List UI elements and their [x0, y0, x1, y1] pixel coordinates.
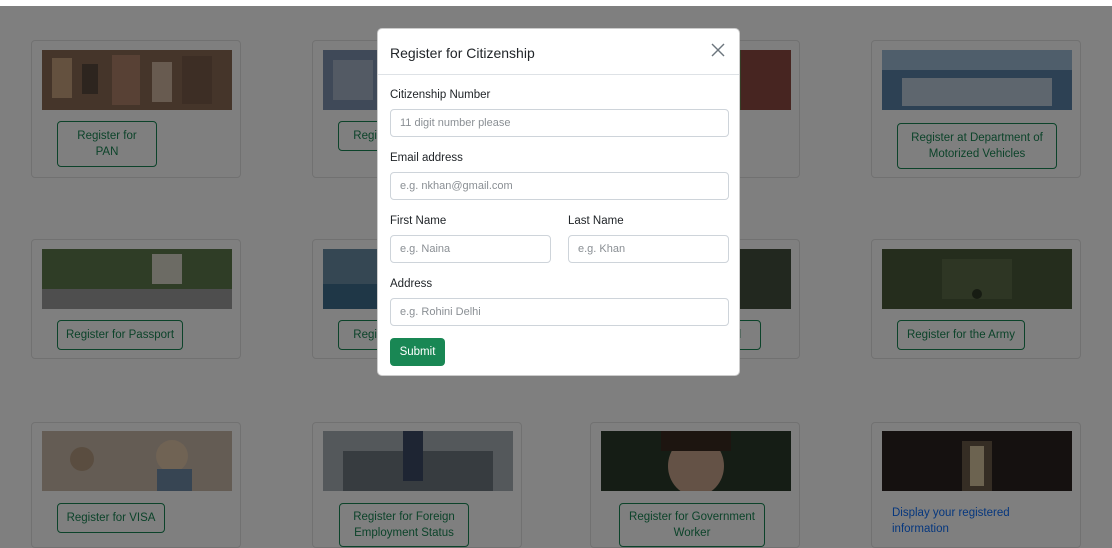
email-address-label: Email address: [390, 152, 463, 164]
citizenship-number-label: Citizenship Number: [390, 89, 491, 101]
citizenship-number-input[interactable]: [390, 109, 729, 137]
address-label: Address: [390, 278, 433, 290]
address-input[interactable]: [390, 298, 729, 326]
register-citizenship-modal: Register for Citizenship Citizenship Num…: [377, 28, 740, 376]
modal-header: Register for Citizenship: [378, 29, 739, 75]
last-name-label: Last Name: [568, 215, 624, 227]
modal-title: Register for Citizenship: [390, 45, 535, 61]
top-strip: [0, 0, 1112, 6]
email-address-input[interactable]: [390, 172, 729, 200]
first-name-input[interactable]: [390, 235, 551, 263]
first-name-label: First Name: [390, 215, 447, 227]
submit-button[interactable]: Submit: [390, 338, 445, 366]
last-name-input[interactable]: [568, 235, 729, 263]
close-icon[interactable]: [708, 40, 728, 60]
